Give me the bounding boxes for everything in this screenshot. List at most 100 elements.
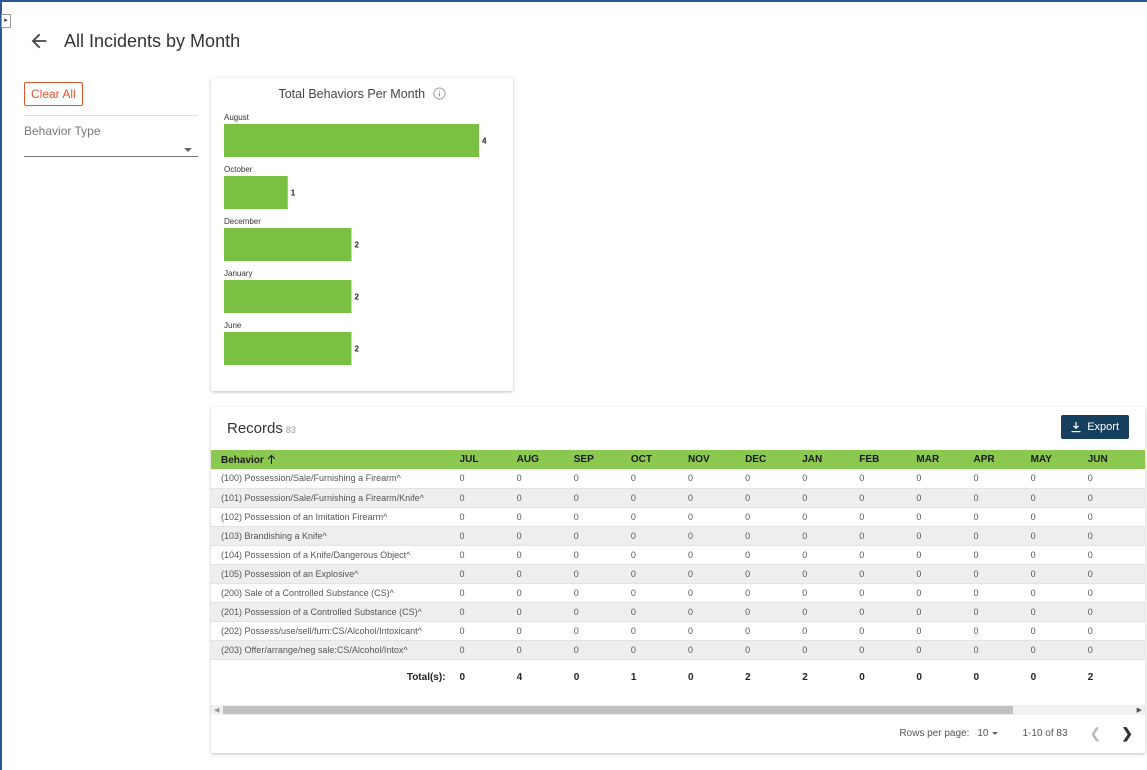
column-header-behavior[interactable]: Behavior xyxy=(211,450,460,469)
month-count-cell: 0 xyxy=(916,602,974,622)
month-count-cell: 0 xyxy=(459,507,517,527)
month-count-cell: 0 xyxy=(1087,621,1145,641)
column-header-may[interactable]: MAY xyxy=(1030,450,1088,469)
bar[interactable] xyxy=(224,332,352,365)
month-count-cell: 0 xyxy=(973,526,1031,546)
table-row[interactable]: (200) Sale of a Controlled Substance (CS… xyxy=(211,583,1145,603)
month-count-cell: 0 xyxy=(916,640,974,660)
scrollbar-thumb[interactable] xyxy=(223,706,1013,714)
table-row[interactable]: (100) Possession/Sale/Furnishing a Firea… xyxy=(211,469,1145,489)
column-header-label: JAN xyxy=(802,454,823,465)
month-count-cell: 0 xyxy=(973,545,1031,565)
month-count-cell: 0 xyxy=(573,507,631,527)
total-cell: 0 xyxy=(687,671,694,683)
month-count-cell: 0 xyxy=(630,640,688,660)
column-header-jun[interactable]: JUN xyxy=(1087,450,1145,469)
month-count-cell: 0 xyxy=(516,469,574,489)
month-count-cell: 0 xyxy=(859,507,917,527)
total-cell: 1 xyxy=(630,671,637,683)
column-header-apr[interactable]: APR xyxy=(973,450,1031,469)
column-header-aug[interactable]: AUG xyxy=(516,450,574,469)
previous-page-icon[interactable]: ❮ xyxy=(1090,725,1102,742)
page-range: 1-10 of 83 xyxy=(1022,728,1068,739)
month-count-cell: 0 xyxy=(973,602,1031,622)
column-header-jan[interactable]: JAN xyxy=(802,450,860,469)
month-count-cell: 0 xyxy=(459,545,517,565)
column-header-sep[interactable]: SEP xyxy=(573,450,631,469)
table-row[interactable]: (104) Possession of a Knife/Dangerous Ob… xyxy=(211,545,1145,565)
table-row[interactable]: (103) Brandishing a Knife^ 0 0 0 0 0 0 0 0 0 0 0 0 xyxy=(211,526,1145,546)
table-row[interactable]: (101) Possession/Sale/Furnishing a Firea… xyxy=(211,488,1145,508)
chart-title-row: Total Behaviors Per Month xyxy=(211,87,513,101)
month-count-cell: 0 xyxy=(802,507,860,527)
table-header-row: Behavior JUL AUG SEP OCT NOV DEC JAN FEB MAR APR MA… xyxy=(211,450,1145,469)
records-title: Records 83 xyxy=(227,420,296,437)
bar-category-label: October xyxy=(224,165,253,174)
bar-category-label: December xyxy=(224,217,261,226)
month-count-cell: 0 xyxy=(1087,507,1145,527)
column-header-label: NOV xyxy=(687,454,710,465)
table-row[interactable]: (203) Offer/arrange/neg sale:CS/Alcohol/… xyxy=(211,640,1145,660)
export-button[interactable]: Export xyxy=(1061,415,1129,439)
column-header-label: JUN xyxy=(1087,454,1108,465)
column-header-oct[interactable]: OCT xyxy=(630,450,688,469)
month-count-cell: 0 xyxy=(745,640,803,660)
month-count-cell: 0 xyxy=(687,621,746,641)
scroll-right-icon[interactable]: ▶ xyxy=(1137,706,1142,714)
month-count-cell: 0 xyxy=(516,640,574,660)
month-count-cell: 0 xyxy=(916,526,974,546)
table-row[interactable]: (105) Possession of an Explosive^ 0 0 0 0 0 0 0… xyxy=(211,564,1145,584)
month-count-cell: 0 xyxy=(802,488,860,508)
sidebar-toggle-icon[interactable]: ▸ xyxy=(1,14,11,28)
month-count-cell: 0 xyxy=(802,526,860,546)
export-button-label: Export xyxy=(1087,421,1119,433)
rows-per-page-select[interactable]: 10 xyxy=(977,728,999,739)
behavior-type-select[interactable]: Behavior Type xyxy=(24,124,198,157)
bar[interactable] xyxy=(224,124,479,157)
month-count-cell: 0 xyxy=(516,545,574,565)
column-header-mar[interactable]: MAR xyxy=(916,450,974,469)
month-count-cell: 0 xyxy=(459,469,517,489)
bar[interactable] xyxy=(224,176,288,209)
total-cell: 0 xyxy=(859,671,865,683)
month-count-cell: 0 xyxy=(916,507,974,527)
column-header-dec[interactable]: DEC xyxy=(745,450,803,469)
totals-label: Total(s): xyxy=(406,671,446,683)
month-count-cell: 0 xyxy=(630,545,688,565)
table-row[interactable]: (102) Possession of an Imitation Firearm… xyxy=(211,507,1145,527)
behavior-cell: (104) Possession of a Knife/Dangerous Ob… xyxy=(211,545,460,565)
month-count-cell: 0 xyxy=(1030,469,1088,489)
month-count-cell: 0 xyxy=(745,526,803,546)
next-page-icon[interactable]: ❯ xyxy=(1121,725,1133,742)
month-count-cell: 0 xyxy=(1087,488,1145,508)
sort-ascending-icon[interactable] xyxy=(267,454,276,464)
back-arrow-icon[interactable] xyxy=(28,30,50,52)
month-count-cell: 0 xyxy=(459,621,517,641)
column-header-label: OCT xyxy=(630,454,652,465)
month-count-cell: 0 xyxy=(859,640,917,660)
column-header-label: MAY xyxy=(1030,454,1052,465)
info-icon[interactable] xyxy=(433,87,446,100)
bar-chart: August 4 October 1 December 2 January 2 June 2 xyxy=(224,113,487,365)
column-header-label: DEC xyxy=(745,454,767,465)
bar[interactable] xyxy=(224,228,352,261)
horizontal-scrollbar[interactable]: ◀ ▶ xyxy=(211,705,1145,715)
clear-all-button[interactable]: Clear All xyxy=(24,82,83,106)
column-header-jul[interactable]: JUL xyxy=(459,450,517,469)
column-header-feb[interactable]: FEB xyxy=(859,450,917,469)
totals-row: Total(s): 0 4 0 1 0 2 2 0 0 0 0 2 xyxy=(211,659,1145,695)
column-header-label: SEP xyxy=(573,454,594,465)
month-count-cell: 0 xyxy=(687,583,746,603)
month-count-cell: 0 xyxy=(1087,526,1145,546)
month-count-cell: 0 xyxy=(916,488,974,508)
table-row[interactable]: (201) Possession of a Controlled Substan… xyxy=(211,602,1145,622)
month-count-cell: 0 xyxy=(573,564,631,584)
scroll-left-icon[interactable]: ◀ xyxy=(214,706,219,714)
bar[interactable] xyxy=(224,280,352,313)
month-count-cell: 0 xyxy=(1087,564,1145,584)
column-header-nov[interactable]: NOV xyxy=(687,450,746,469)
month-count-cell: 0 xyxy=(687,469,746,489)
bar-category-label: August xyxy=(224,113,250,122)
table-row[interactable]: (202) Possess/use/sell/furn:CS/Alcohol/I… xyxy=(211,621,1145,641)
month-count-cell: 0 xyxy=(516,526,574,546)
